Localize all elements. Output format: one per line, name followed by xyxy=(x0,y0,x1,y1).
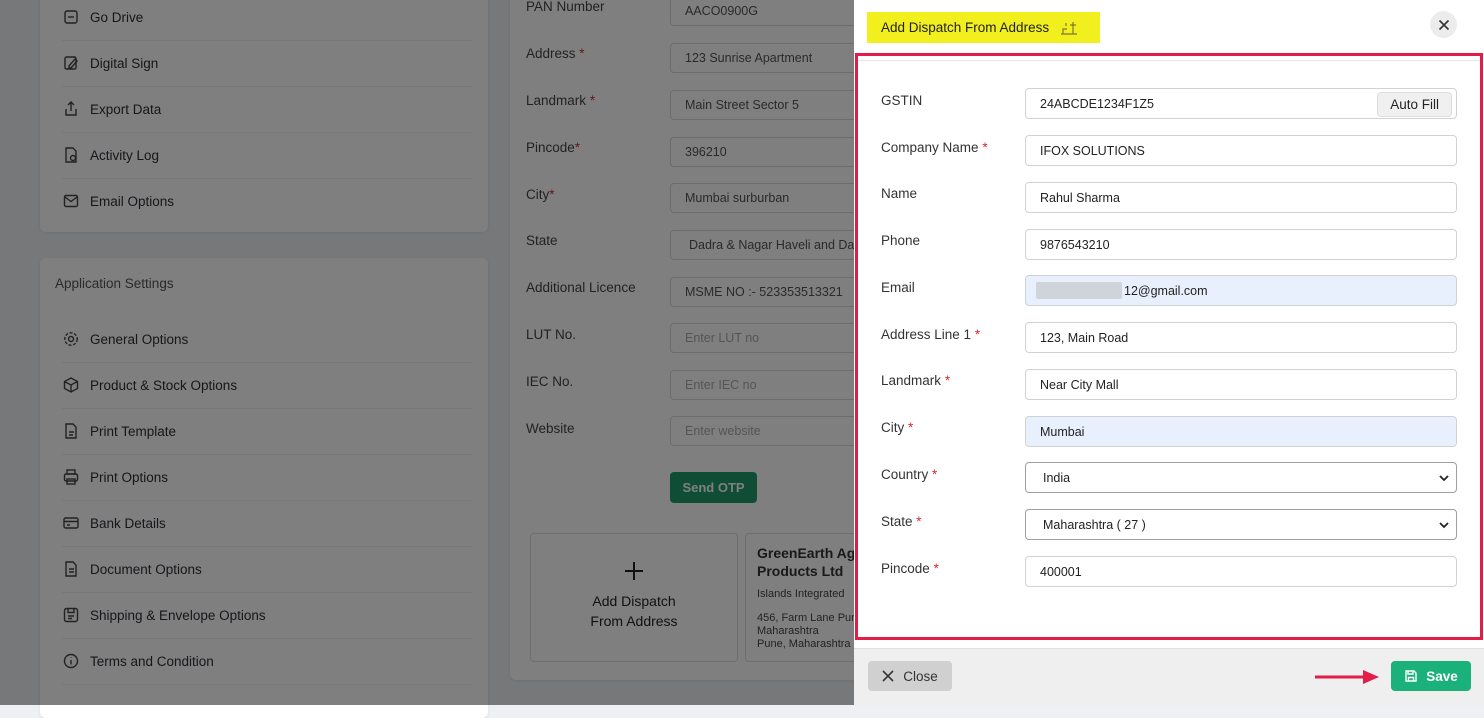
add-address-icon xyxy=(1061,21,1078,35)
close-icon xyxy=(1438,19,1449,30)
landmark-input[interactable]: Near City Mall xyxy=(1025,369,1457,400)
address-line1-input[interactable]: 123, Main Road xyxy=(1025,322,1457,353)
pincode-input[interactable]: 400001 xyxy=(1025,556,1457,587)
country-select[interactable]: India xyxy=(1025,462,1457,493)
close-icon xyxy=(882,670,894,682)
save-icon xyxy=(1405,670,1417,682)
annotation-arrow-icon xyxy=(1315,670,1379,684)
email-input[interactable]: 12@gmail.com xyxy=(1025,275,1457,306)
chevron-down-icon xyxy=(1439,522,1449,529)
chevron-down-icon xyxy=(1439,475,1449,482)
drawer-title: Add Dispatch From Address xyxy=(867,12,1100,43)
pincode-label: Pincode * xyxy=(881,561,939,576)
state-label: State * xyxy=(881,514,922,529)
save-button[interactable]: Save xyxy=(1391,661,1471,691)
country-label: Country * xyxy=(881,467,938,482)
landmark-label: Landmark * xyxy=(881,373,951,388)
state-select[interactable]: Maharashtra ( 27 ) xyxy=(1025,509,1457,540)
close-button[interactable]: Close xyxy=(868,661,952,691)
gstin-label: GSTIN xyxy=(881,93,923,108)
company-name-label: Company Name * xyxy=(881,140,988,155)
auto-fill-button[interactable]: Auto Fill xyxy=(1377,92,1452,117)
email-label: Email xyxy=(881,280,915,295)
drawer-close-icon-button[interactable] xyxy=(1430,11,1457,38)
city-label: City * xyxy=(881,420,914,435)
company-name-input[interactable]: IFOX SOLUTIONS xyxy=(1025,135,1457,166)
phone-input[interactable]: 9876543210 xyxy=(1025,229,1457,260)
city-input[interactable]: Mumbai xyxy=(1025,416,1457,447)
gstin-input[interactable]: 24ABCDE1234F1Z5 Auto Fill xyxy=(1025,88,1457,119)
phone-label: Phone xyxy=(881,233,921,248)
modal-backdrop[interactable] xyxy=(0,0,854,705)
name-input[interactable]: Rahul Sharma xyxy=(1025,182,1457,213)
redacted-text xyxy=(1036,282,1122,299)
address-line1-label: Address Line 1 * xyxy=(881,327,981,342)
divider xyxy=(858,60,1480,61)
name-label: Name xyxy=(881,186,918,201)
